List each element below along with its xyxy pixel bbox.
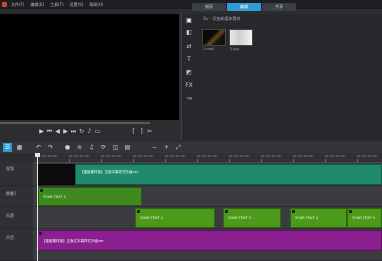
- clip-tag-icon: [137, 210, 140, 213]
- ruler-tick-label: 00:00:09:00: [325, 154, 345, 158]
- track-header-overlay[interactable]: 覆叠1: [0, 186, 33, 207]
- clip-label: YOUR TEXT 5: [352, 216, 375, 220]
- transition-icon[interactable]: ⇄: [185, 43, 193, 51]
- clip-label: YOUR TEXT 3: [228, 216, 251, 220]
- graphics-icon[interactable]: ◩: [185, 69, 193, 77]
- record-icon[interactable]: ●: [63, 143, 72, 152]
- menu-bar: 文件(F) 编辑(E) 工具(T) 设置(S) 帮助(H): [0, 0, 382, 9]
- home-icon[interactable]: ⏮: [46, 128, 53, 135]
- mark-out-icon[interactable]: ]: [138, 128, 145, 135]
- track-name: 视频: [6, 166, 14, 171]
- split-screen-icon[interactable]: ◫: [111, 143, 120, 152]
- filter-icon[interactable]: FX: [185, 82, 193, 90]
- clip-label: YOUR TEXT 2: [140, 216, 163, 220]
- menu-edit[interactable]: 编辑(E): [30, 0, 44, 9]
- menu-file[interactable]: 文件(F): [11, 0, 24, 9]
- media-thumbnail[interactable]: [202, 29, 226, 46]
- ruler-tick-label: 00:00:02:00: [101, 154, 121, 158]
- transport-controls: ▶ ⏮ ◀ ▶ ⏭ ↻ ♪ ▭ [ ] ✂: [0, 126, 182, 136]
- playhead-handle[interactable]: [35, 153, 40, 157]
- preview-window: [0, 14, 179, 120]
- track-header-title[interactable]: 标题: [0, 207, 33, 229]
- mixer-icon[interactable]: ≋: [75, 143, 84, 152]
- ruler-tick-label: 00:00:10:00: [357, 154, 377, 158]
- zoom-out-icon[interactable]: −: [150, 143, 159, 152]
- media-icon[interactable]: ▣: [185, 17, 193, 25]
- previous-frame-icon[interactable]: ◀: [54, 128, 61, 135]
- audio-clip[interactable]: 【重组素材板】正版文字幕样式升级ver.: [37, 230, 382, 251]
- auto-music-icon[interactable]: ♫: [87, 143, 96, 152]
- mark-in-icon[interactable]: [: [130, 128, 137, 135]
- track-name: 声音: [6, 235, 14, 240]
- library-path: Ov · 添加新媒体素材: [203, 15, 240, 22]
- repeat-icon[interactable]: ↻: [78, 128, 85, 135]
- clip-label: YOUR TEXT 4: [295, 216, 318, 220]
- track-header-audio[interactable]: 声音: [0, 229, 33, 261]
- timeline-view-icon[interactable]: ☰: [3, 143, 12, 152]
- title-clip[interactable]: YOUR TEXT 3: [223, 208, 281, 228]
- track-header-video[interactable]: 视频: [0, 163, 33, 186]
- library-category-bar: ▣ ◧ ⇄ T ◩ FX ↝: [185, 17, 196, 107]
- motion-icon[interactable]: ⟳: [99, 143, 108, 152]
- media-thumbnail[interactable]: [229, 29, 253, 46]
- redo-icon[interactable]: ↷: [46, 143, 55, 152]
- ruler-tick-label: 00:00:05:00: [197, 154, 217, 158]
- overlay-clip[interactable]: YOUR TEXT 1: [38, 187, 142, 206]
- ruler-tick-label: 00:00:04:00: [165, 154, 185, 158]
- title-clip[interactable]: YOUR TEXT 5: [347, 208, 382, 228]
- track-name: 覆叠1: [6, 191, 17, 196]
- clip-label: 【重组素材板】正版字幕样式升级ver.: [80, 170, 139, 174]
- clip-tag-icon: [292, 210, 295, 213]
- tab-edit[interactable]: 编辑: [227, 3, 261, 11]
- app-logo-icon: [2, 2, 7, 7]
- video-editor-window: 文件(F) 编辑(E) 工具(T) 设置(S) 帮助(H) 捕获 编辑 共享 ▶…: [0, 0, 382, 261]
- tab-capture[interactable]: 捕获: [192, 3, 226, 11]
- track-name: 标题: [6, 213, 14, 218]
- library-path-label: Ov · 添加新媒体素材: [203, 15, 241, 21]
- menu-tools[interactable]: 工具(T): [50, 0, 64, 9]
- clip-label: 【重组素材板】正版文字幕样式升级ver.: [42, 239, 105, 243]
- title-clip[interactable]: YOUR TEXT 2: [135, 208, 215, 228]
- clip-tag-icon: [349, 210, 352, 213]
- preview-scrubber[interactable]: [0, 122, 150, 124]
- tab-share[interactable]: 共享: [262, 3, 296, 11]
- video-clip-thumbnail[interactable]: [37, 164, 75, 185]
- thumbnail-label: 1.mp4: [203, 47, 215, 51]
- ruler-tick-label: 00:00:06:00: [229, 154, 249, 158]
- undo-icon[interactable]: ↶: [34, 143, 43, 152]
- play-icon[interactable]: ▶: [38, 128, 45, 135]
- path-icon[interactable]: ↝: [185, 95, 193, 103]
- clip-tag-icon: [225, 210, 228, 213]
- title-clip[interactable]: YOUR TEXT 4: [290, 208, 347, 228]
- ruler-tick-label: 00:00:08:00: [293, 154, 313, 158]
- instant-project-icon[interactable]: ◧: [185, 29, 193, 37]
- fit-icon[interactable]: ⤢: [174, 143, 183, 152]
- volume-icon[interactable]: ♪: [86, 128, 93, 135]
- menu-help[interactable]: 帮助(H): [89, 0, 103, 9]
- playhead[interactable]: [37, 153, 38, 261]
- storyboard-view-icon[interactable]: ▦: [15, 143, 24, 152]
- timeline-toolbar: ☰ ▦ ↶ ↷ ● ≋ ♫ ⟳ ◫ ▤ − + ⤢: [0, 142, 382, 153]
- ruler-tick-label: 00:00:03:00: [133, 154, 153, 158]
- hd-icon[interactable]: ▭: [94, 128, 101, 135]
- menu-settings[interactable]: 设置(S): [70, 0, 84, 9]
- zoom-in-icon[interactable]: +: [162, 143, 171, 152]
- video-clip[interactable]: 【重组素材板】正版字幕样式升级ver.: [75, 164, 382, 185]
- timeline-ruler[interactable]: 00:00:00:00 00:00:01:00 00:00:02:00 00:00:0…: [33, 153, 382, 163]
- workflow-tabs: 捕获 编辑 共享: [192, 3, 297, 11]
- next-frame-icon[interactable]: ▶: [62, 128, 69, 135]
- clip-tag-icon: [40, 189, 43, 192]
- split-icon[interactable]: ✂: [146, 128, 153, 135]
- end-icon[interactable]: ⏭: [70, 128, 77, 135]
- ruler-tick-label: 00:00:01:00: [69, 154, 89, 158]
- thumbnail-label: 2.jpg: [230, 47, 239, 51]
- clip-label: YOUR TEXT 1: [43, 195, 66, 199]
- clip-tag-icon: [39, 232, 42, 235]
- title-icon[interactable]: T: [185, 56, 193, 64]
- ruler-tick-label: 00:00:07:00: [261, 154, 281, 158]
- subtitle-icon[interactable]: ▤: [123, 143, 132, 152]
